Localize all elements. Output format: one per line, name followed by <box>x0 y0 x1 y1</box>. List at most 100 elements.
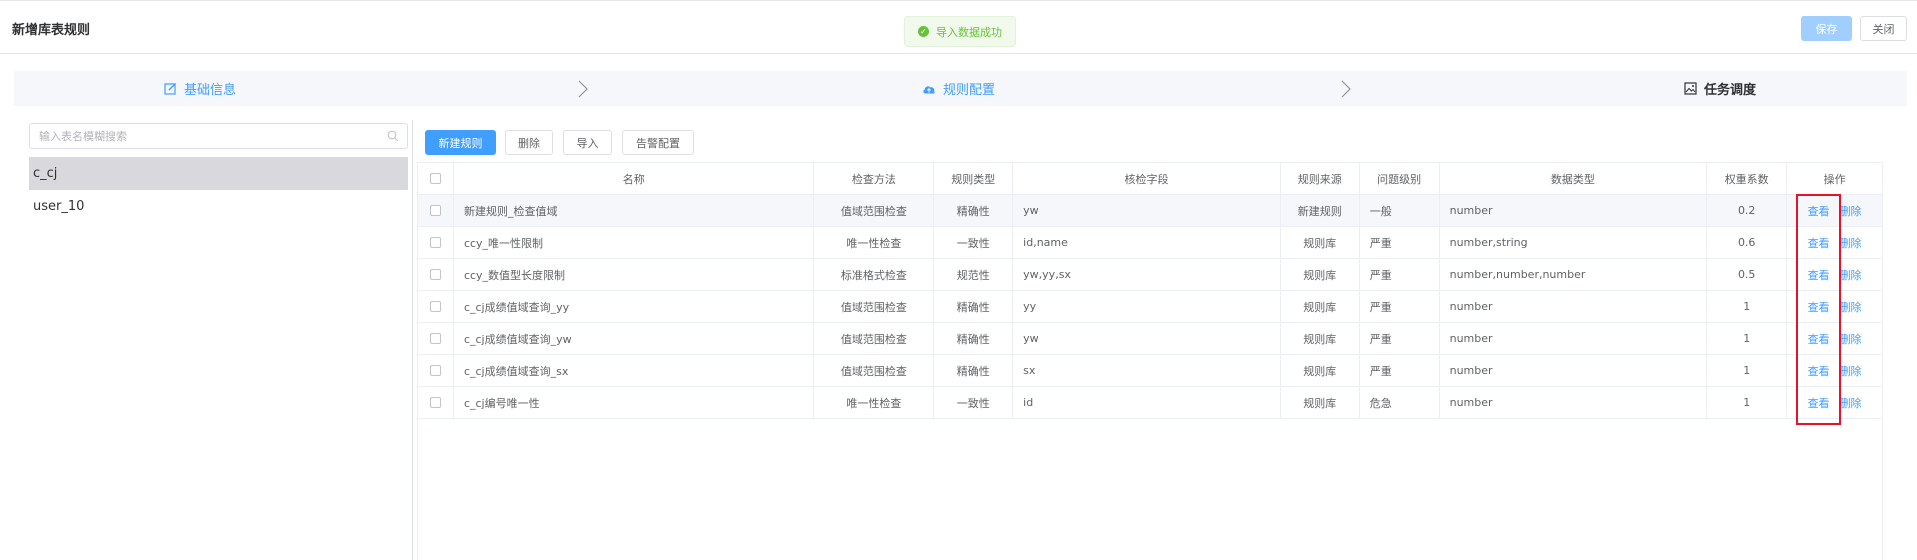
delete-link[interactable]: 删除 <box>1840 331 1862 347</box>
table-row: c_cj成绩值域查询_yw 值域范围检查 精确性 yw 规则库 严重 number 1 查看 删除 <box>418 323 1882 355</box>
step-label: 基础信息 <box>184 83 237 98</box>
cell-type: 一致性 <box>934 227 1014 258</box>
success-toast: ✓ 导入数据成功 <box>904 16 1016 47</box>
cloud-upload-icon <box>923 85 935 93</box>
row-checkbox[interactable] <box>429 333 441 344</box>
delete-link[interactable]: 删除 <box>1840 267 1862 283</box>
save-button[interactable]: 保存 <box>1801 16 1852 41</box>
step-rule-config[interactable]: 规则配置 <box>922 71 995 106</box>
row-select-cell[interactable] <box>418 355 454 386</box>
close-button[interactable]: 关闭 <box>1860 16 1907 41</box>
step-label: 任务调度 <box>1704 83 1757 98</box>
cell-weight: 0.5 <box>1707 259 1788 290</box>
view-link[interactable]: 查看 <box>1808 395 1830 411</box>
cell-name: 新建规则_检查值域 <box>454 195 815 226</box>
row-select-cell[interactable] <box>418 227 454 258</box>
column-header-weight: 权重系数 <box>1707 163 1788 194</box>
row-checkbox[interactable] <box>429 397 441 408</box>
row-select-cell[interactable] <box>418 259 454 290</box>
cell-actions: 查看 删除 <box>1787 259 1882 290</box>
step-label: 规则配置 <box>943 83 996 98</box>
cell-source: 规则库 <box>1281 259 1360 290</box>
cell-source: 规则库 <box>1281 323 1360 354</box>
row-select-cell[interactable] <box>418 291 454 322</box>
cell-weight: 1 <box>1707 323 1788 354</box>
row-checkbox[interactable] <box>429 301 441 312</box>
table-search-field[interactable] <box>29 123 408 149</box>
cell-actions: 查看 删除 <box>1787 291 1882 322</box>
select-all-checkbox[interactable] <box>429 173 441 184</box>
row-checkbox[interactable] <box>429 269 441 280</box>
table-item-user_10[interactable]: user_10 <box>29 190 408 223</box>
cell-type: 规范性 <box>934 259 1014 290</box>
cell-type: 精确性 <box>934 323 1014 354</box>
view-link[interactable]: 查看 <box>1808 299 1830 315</box>
cell-weight: 1 <box>1707 387 1788 418</box>
table-list: c_cj user_10 <box>29 157 408 223</box>
row-select-cell[interactable] <box>418 387 454 418</box>
cell-method: 唯一性检查 <box>814 387 935 418</box>
row-select-cell[interactable] <box>418 323 454 354</box>
table-header-row: 名称 检查方法 规则类型 核检字段 规则来源 问题级别 数据类型 权重系数 操作 <box>418 163 1882 195</box>
alarm-config-button[interactable]: 告警配置 <box>622 130 694 155</box>
cell-actions: 查看 删除 <box>1787 323 1882 354</box>
cell-name: c_cj成绩值域查询_yy <box>454 291 815 322</box>
cell-dtype: number,number,number <box>1440 259 1708 290</box>
cell-type: 精确性 <box>934 355 1014 386</box>
cell-name: c_cj编号唯一性 <box>454 387 815 418</box>
cell-actions: 查看 删除 <box>1787 227 1882 258</box>
table-item-c_cj[interactable]: c_cj <box>29 157 408 190</box>
chevron-right-icon <box>1341 80 1351 98</box>
row-checkbox[interactable] <box>429 365 441 376</box>
step-basic-info[interactable]: 基础信息 <box>164 71 236 106</box>
new-rule-button[interactable]: 新建规则 <box>425 130 496 155</box>
cell-level: 严重 <box>1360 291 1440 322</box>
table-search-input[interactable] <box>30 124 370 148</box>
picture-icon <box>1684 82 1697 95</box>
cell-type: 精确性 <box>934 291 1014 322</box>
page-title: 新增库表规则 <box>12 23 91 38</box>
cell-method: 标准格式检查 <box>814 259 935 290</box>
view-link[interactable]: 查看 <box>1808 235 1830 251</box>
cell-source: 规则库 <box>1281 291 1360 322</box>
cell-level: 危急 <box>1360 387 1440 418</box>
cell-dtype: number <box>1440 355 1708 386</box>
table-row: c_cj成绩值域查询_yy 值域范围检查 精确性 yy 规则库 严重 number 1 查看 删除 <box>418 291 1882 323</box>
row-checkbox[interactable] <box>429 205 441 216</box>
row-checkbox[interactable] <box>429 237 441 248</box>
cell-method: 值域范围检查 <box>814 195 935 226</box>
view-link[interactable]: 查看 <box>1808 267 1830 283</box>
cell-level: 严重 <box>1360 355 1440 386</box>
cell-method: 值域范围检查 <box>814 323 935 354</box>
cell-source: 新建规则 <box>1281 195 1360 226</box>
view-link[interactable]: 查看 <box>1808 331 1830 347</box>
header-bar: 新增库表规则 ✓ 导入数据成功 保存 关闭 <box>0 0 1917 54</box>
delete-link[interactable]: 删除 <box>1840 203 1862 219</box>
step-task-schedule[interactable]: 任务调度 <box>1684 71 1756 106</box>
cell-name: ccy_数值型长度限制 <box>454 259 815 290</box>
steps-bar: 基础信息 规则配置 任务调度 <box>14 71 1907 106</box>
cell-actions: 查看 删除 <box>1787 195 1882 226</box>
cell-weight: 0.6 <box>1707 227 1788 258</box>
view-link[interactable]: 查看 <box>1808 363 1830 379</box>
table-row: 新建规则_检查值域 值域范围检查 精确性 yw 新建规则 一般 number 0.2 查看 删除 <box>418 195 1882 227</box>
delete-button[interactable]: 删除 <box>505 130 553 155</box>
cell-dtype: number <box>1440 195 1708 226</box>
import-button[interactable]: 导入 <box>563 130 612 155</box>
view-link[interactable]: 查看 <box>1808 203 1830 219</box>
delete-link[interactable]: 删除 <box>1840 299 1862 315</box>
delete-link[interactable]: 删除 <box>1840 395 1862 411</box>
column-header-field: 核检字段 <box>1013 163 1281 194</box>
cell-type: 一致性 <box>934 387 1014 418</box>
table-row: c_cj成绩值域查询_sx 值域范围检查 精确性 sx 规则库 严重 number 1 查看 删除 <box>418 355 1882 387</box>
delete-link[interactable]: 删除 <box>1840 363 1862 379</box>
cell-source: 规则库 <box>1281 355 1360 386</box>
row-select-cell[interactable] <box>418 195 454 226</box>
cell-name: c_cj成绩值域查询_sx <box>454 355 815 386</box>
cell-field: id,name <box>1013 227 1281 258</box>
delete-link[interactable]: 删除 <box>1840 235 1862 251</box>
cell-field: yw <box>1013 323 1281 354</box>
header-select-all[interactable] <box>418 163 454 194</box>
cell-name: c_cj成绩值域查询_yw <box>454 323 815 354</box>
cell-level: 严重 <box>1360 259 1440 290</box>
